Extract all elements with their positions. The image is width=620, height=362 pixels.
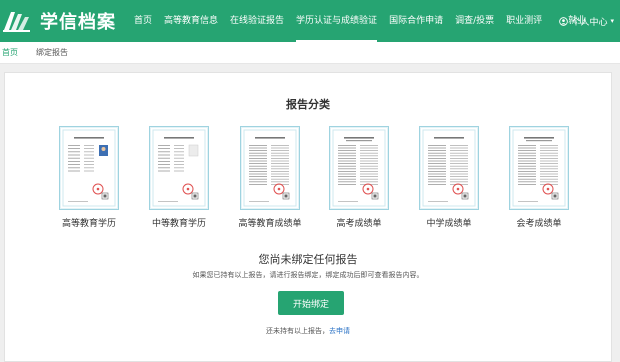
report-label: 中学成绩单 [426,219,472,229]
chevron-down-icon: ▾ [610,17,614,25]
apply-hint: 还未持有以上报告，去申请 [5,326,611,336]
report-card[interactable]: 高考成绩单 [314,126,404,229]
breadcrumb-current: 绑定报告 [36,48,68,57]
report-label: 中等教育学历 [151,219,206,229]
transcript-icon [240,126,300,210]
report-category-list: 高等教育学历 中等教育学历 高等教育成绩单 高考成绩单 中学成绩单 会考成绩单 [5,126,611,236]
logo-text: 学信档案 [40,12,116,33]
nav-item-6[interactable]: 调查/投票 [451,0,498,42]
main-nav: 首页 高等教育信息 在线验证报告 学历认证与成绩验证 国际合作申请 调查/投票 职业测评 就业 [130,0,590,42]
nav-item-2[interactable]: 高等教育信息 [160,0,222,42]
breadcrumb-home-link[interactable]: 首页 [0,47,18,58]
breadcrumb: 首页 绑定报告 [0,42,620,64]
nav-item-4[interactable]: 学历认证与成绩验证 [292,0,381,42]
user-center-menu[interactable]: 个人中心 ▾ [559,0,614,42]
book-logo-icon [3,12,30,32]
report-label: 高等教育成绩单 [238,219,302,229]
user-circle-icon [559,16,569,26]
report-card[interactable]: 高等教育学历 [44,126,134,229]
nav-item-3[interactable]: 在线验证报告 [226,0,288,42]
nav-item-1[interactable]: 首页 [130,0,156,42]
secondary-certificate-icon [149,126,209,210]
empty-state-description: 如果您已持有以上报告，请进行报告绑定，绑定成功后即可查看报告内容。 [192,271,424,279]
start-binding-button[interactable]: 开始绑定 [278,291,344,315]
apply-hint-text: 还未持有以上报告， [266,327,329,335]
report-label: 会考成绩单 [516,219,562,229]
report-card[interactable]: 中等教育学历 [134,126,224,229]
nav-item-5[interactable]: 国际合作申请 [385,0,447,42]
report-card[interactable]: 高等教育成绩单 [225,126,315,229]
middle-school-transcript-icon [419,126,479,210]
nav-item-7[interactable]: 职业测评 [502,0,546,42]
site-logo[interactable]: 学信档案 [2,6,116,36]
section-title: 报告分类 [286,98,330,111]
report-label: 高等教育学历 [61,219,116,229]
top-navigation-bar: 学信档案 首页 高等教育信息 在线验证报告 学历认证与成绩验证 国际合作申请 调查/投票职… [0,0,620,42]
user-center-label: 个人中心 [571,17,608,28]
degree-certificate-icon [59,126,119,210]
empty-state-title: 您尚未绑定任何报告 [258,253,358,266]
report-card[interactable]: 会考成绩单 [494,126,584,229]
gaokao-transcript-icon [329,126,389,210]
report-label: 高考成绩单 [336,219,382,229]
apply-link[interactable]: 去申请 [329,327,350,335]
huikao-transcript-icon [509,126,569,210]
report-card[interactable]: 中学成绩单 [404,126,494,229]
bind-report-panel: 报告分类 高等教育学历 中等教育学历 高等教育成绩单 高考成绩单 中学成绩单 会考成绩单 … [4,72,612,362]
